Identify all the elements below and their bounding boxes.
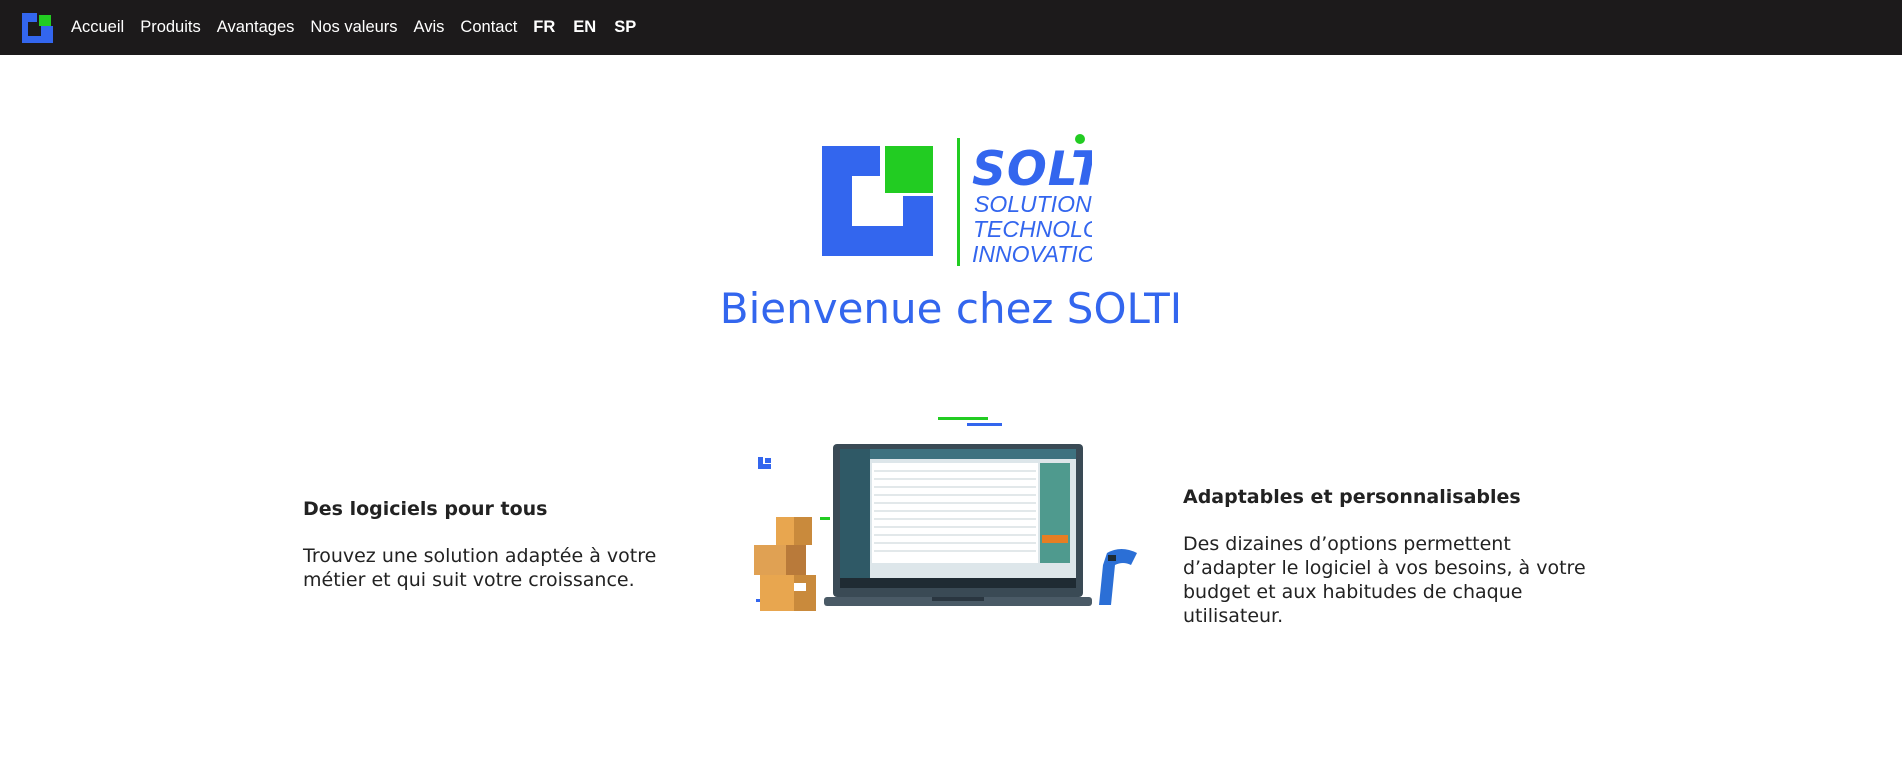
feature-right-text: Des dizaines d’options permettent d’adap… xyxy=(1183,533,1586,627)
nav-link-contact[interactable]: Contact xyxy=(460,18,517,37)
solti-logo-icon[interactable] xyxy=(22,13,53,43)
logo-brand-text: SOLTI xyxy=(972,142,1092,197)
nav-link-nos-valeurs[interactable]: Nos valeurs xyxy=(310,18,397,37)
hero-title: Bienvenue chez SOLTI xyxy=(719,284,1183,333)
feature-adaptable: Adaptables et personnalisables Des dizai… xyxy=(1183,484,1603,628)
feature-left-title: Des logiciels pour tous xyxy=(303,498,548,520)
feature-right-title: Adaptables et personnalisables xyxy=(1183,486,1521,508)
nav-link-avantages[interactable]: Avantages xyxy=(217,18,295,37)
logo-line-solutions: SOLUTIONS xyxy=(974,191,1092,217)
logo-line-innovations: INNOVATIONS xyxy=(972,241,1092,267)
laptop-illustration xyxy=(754,417,1137,611)
logo-line-technologies: TECHNOLOGIES xyxy=(973,216,1092,242)
logo-dot-icon xyxy=(1075,134,1085,144)
language-fr[interactable]: FR xyxy=(533,18,555,37)
nav-links: Accueil Produits Avantages Nos valeurs A… xyxy=(71,0,654,55)
language-en[interactable]: EN xyxy=(573,18,596,37)
nav-link-accueil[interactable]: Accueil xyxy=(71,18,124,37)
solti-hero-logo: SOLTI SOLUTIONS TECHNOLOGIES INNOVATIONS xyxy=(822,134,1092,267)
feature-left-text: Trouvez une solution adaptée à votre mét… xyxy=(303,545,657,591)
top-navbar: Accueil Produits Avantages Nos valeurs A… xyxy=(0,0,1902,55)
language-sp[interactable]: SP xyxy=(614,18,636,37)
nav-link-avis[interactable]: Avis xyxy=(414,18,445,37)
nav-link-produits[interactable]: Produits xyxy=(140,18,201,37)
feature-software-for-all: Des logiciels pour tous Trouvez une solu… xyxy=(303,496,723,592)
